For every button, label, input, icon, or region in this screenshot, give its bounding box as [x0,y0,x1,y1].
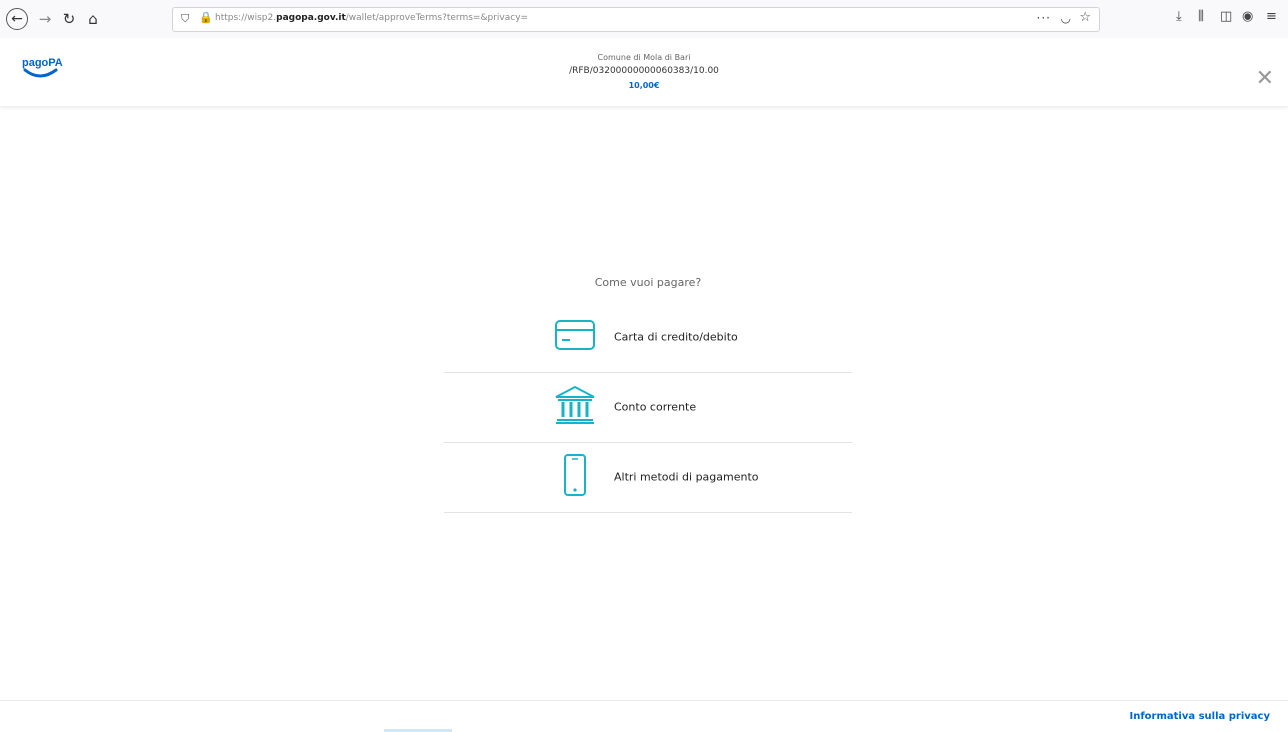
close-icon[interactable]: ✕ [1256,68,1274,90]
url-text[interactable]: https://wisp2.pagopa.gov.it/wallet/appro… [215,13,528,23]
more-icon[interactable]: ··· [1037,11,1051,25]
pagopa-logo: pagoPA [20,52,64,86]
star-icon[interactable]: ☆ [1079,10,1091,25]
method-label: Altri metodi di pagamento [614,470,759,484]
payment-summary: Comune di Mola di Bari /RFB/032000000000… [444,52,844,92]
sidebar-icon[interactable]: ◫ [1220,9,1232,24]
payment-amount: 10,00€ [628,81,660,90]
lock-icon[interactable]: 🔒 [199,11,213,24]
download-icon[interactable]: ⤓ [1176,9,1182,24]
pagopa-logo-graphic: pagoPA [22,57,63,78]
page-header: pagoPA Comune di Mola di Bari /RFB/03200… [0,38,1288,106]
address-bar[interactable]: ⛉ 🔒 https://wisp2.pagopa.gov.it/wallet/a… [172,7,1100,32]
method-label: Carta di credito/debito [614,330,738,344]
page-footer: Informativa sulla privacy [0,700,1288,732]
account-icon[interactable]: ◉ [1242,9,1253,24]
browser-toolbar: ← → ↻ ⌂ ⛉ 🔒 https://wisp2.pagopa.gov.it/… [0,0,1288,39]
credit-card-icon [554,319,596,355]
forward-icon[interactable]: → [34,8,56,30]
menu-icon[interactable]: ≡ [1266,9,1277,24]
back-icon[interactable]: ← [6,8,28,30]
method-label: Conto corrente [614,400,697,414]
method-bank-account[interactable]: Conto corrente [444,372,852,443]
bank-icon [554,385,596,429]
library-icon[interactable]: ⫼ [1198,9,1204,24]
home-icon[interactable]: ⌂ [82,8,104,30]
payment-reference: /RFB/03200000000060383/10.00 [569,66,719,76]
svg-text:pagoPA: pagoPA [22,57,63,69]
entity-name: Comune di Mola di Bari [597,53,691,62]
method-other[interactable]: Altri metodi di pagamento [444,442,852,513]
smartphone-icon [554,453,596,501]
payment-question: Come vuoi pagare? [594,276,702,289]
reload-icon[interactable]: ↻ [58,8,80,30]
method-credit-card[interactable]: Carta di credito/debito [444,302,852,373]
privacy-link[interactable]: Informativa sulla privacy [1129,711,1270,722]
pocket-icon[interactable]: ◡ [1061,11,1071,25]
shield-icon[interactable]: ⛉ [181,12,189,26]
